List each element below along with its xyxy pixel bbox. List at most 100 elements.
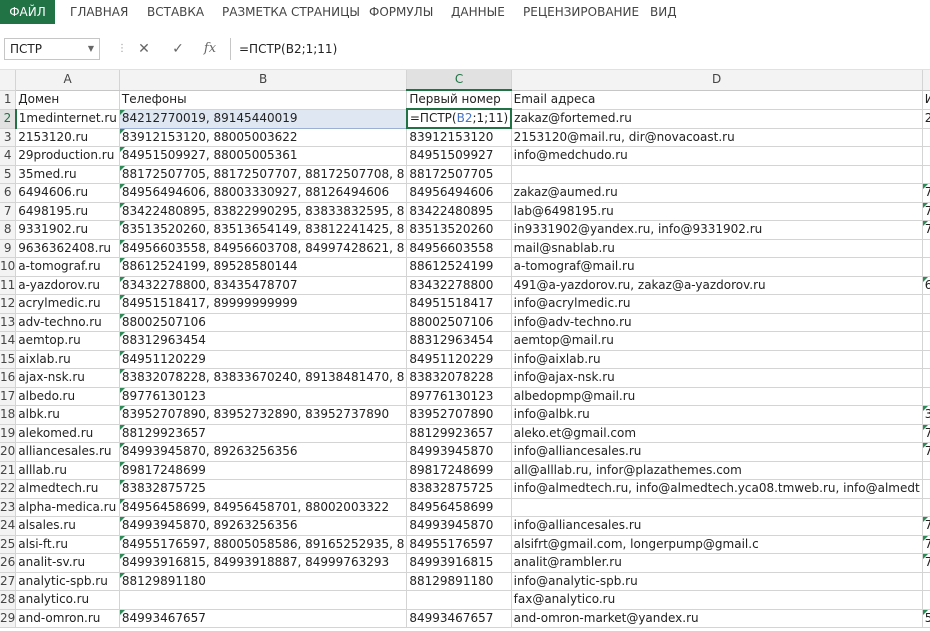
cell-d[interactable]: aleko.et@gmail.com [511,424,923,443]
cell-c[interactable]: 88129923657 [406,424,512,443]
cell-c[interactable]: 88129891180 [406,572,512,591]
cell-a[interactable]: Домен [15,90,120,110]
cell-a[interactable]: aixlab.ru [15,350,120,369]
cell-e[interactable] [922,479,930,499]
cell-b[interactable]: 84212770019, 89145440019 [118,108,408,129]
cell-b[interactable]: 84956603558, 84956603708, 84997428621, 8 [119,239,408,258]
cell-a[interactable]: alpha-medica.ru [15,498,120,517]
cell-e[interactable] [922,313,930,332]
tab-insert[interactable]: ВСТАВКА [147,0,204,24]
cell-e[interactable]: 7704836669 [922,535,930,554]
cell-e[interactable] [922,350,930,369]
cell-b[interactable]: 89817248699 [119,461,408,480]
cell-a[interactable]: 6498195.ru [15,202,120,221]
cell-d[interactable]: Email адреса [511,90,923,110]
cell-a[interactable]: alliancesales.ru [15,442,120,462]
cell-e[interactable]: 7838510806 [922,183,930,203]
cell-b[interactable]: 83422480895, 83822990295, 83833832595, 8 [119,202,408,221]
column-header[interactable]: E [922,70,930,91]
tab-home[interactable]: ГЛАВНАЯ [70,0,128,24]
cell-d[interactable]: info@alliancesales.ru [511,516,923,536]
cell-c[interactable]: 83432278800 [406,276,512,295]
cell-d[interactable]: 491@a-yazdorov.ru, zakaz@a-yazdorov.ru [511,276,923,295]
cell-c[interactable] [406,590,512,610]
cell-a[interactable]: aemtop.ru [15,331,120,351]
formula-bar-grip-icon[interactable]: ⋮ [117,41,127,57]
cell-d[interactable]: a-tomograf@mail.ru [511,257,923,277]
cell-d[interactable]: and-omron-market@yandex.ru [511,609,923,628]
cell-c[interactable]: 83422480895 [406,202,512,221]
cell-a[interactable]: alekomed.ru [15,424,120,443]
cell-c[interactable]: 83832875725 [406,479,512,499]
cell-b[interactable]: 88002507106 [119,313,408,332]
cell-b[interactable]: 83952707890, 83952732890, 83952737890 [119,405,408,425]
tab-page-layout[interactable]: РАЗМЕТКА СТРАНИЦЫ [222,0,360,24]
cell-a[interactable]: 6494606.ru [15,183,120,203]
tab-view[interactable]: ВИД [650,0,677,24]
cell-e[interactable] [922,498,930,517]
cell-b[interactable]: 84993916815, 84993918887, 84999763293 [119,553,408,573]
cell-c[interactable]: 84955176597 [406,535,512,554]
row-header[interactable]: 17 [0,387,17,406]
cell-b[interactable]: Телефоны [119,90,408,110]
cell-b[interactable]: 84993467657 [119,609,408,628]
cell-e[interactable] [922,590,930,610]
row-header[interactable]: 20 [0,442,17,462]
cell-b[interactable] [119,590,408,610]
cell-d[interactable]: info@ajax-nsk.ru [511,368,923,388]
row-header[interactable]: 2 [0,109,17,129]
column-header[interactable]: B [119,70,408,91]
cell-c[interactable]: =ПСТР(B2;1;11) [405,108,513,129]
cell-c[interactable]: 84993945870 [406,516,512,536]
row-header[interactable]: 7 [0,202,17,221]
chevron-down-icon[interactable]: ▼ [88,39,94,59]
cell-c[interactable]: 84956603558 [406,239,512,258]
cell-e[interactable]: 666103015124 [922,276,930,295]
cell-b[interactable]: 84951509927, 88005005361 [119,146,408,166]
cell-d[interactable]: aemtop@mail.ru [511,331,923,351]
cell-a[interactable]: 2153120.ru [15,128,120,147]
select-all-corner[interactable] [0,70,17,91]
cell-a[interactable]: analit-sv.ru [15,553,120,573]
cell-b[interactable]: 89776130123 [119,387,408,406]
cell-e[interactable] [922,387,930,406]
cell-a[interactable]: 9331902.ru [15,220,120,240]
cell-e[interactable]: ИНН [922,90,930,110]
cell-c[interactable]: 89776130123 [406,387,512,406]
cell-c[interactable]: 89817248699 [406,461,512,480]
row-header[interactable]: 27 [0,572,17,591]
cell-d[interactable]: info@medchudo.ru [511,146,923,166]
tab-review[interactable]: РЕЦЕНЗИРОВАНИЕ [523,0,639,24]
cell-b[interactable]: 88172507705, 88172507707, 88172507708, 8 [119,165,408,184]
cell-c[interactable]: 84993945870 [406,442,512,462]
tab-file[interactable]: ФАЙЛ [0,0,55,24]
cell-d[interactable]: info@almedtech.ru, info@almedtech.yca08.… [511,479,923,499]
cell-e[interactable] [922,572,930,591]
row-header[interactable]: 21 [0,461,17,480]
row-header[interactable]: 18 [0,405,17,425]
tab-data[interactable]: ДАННЫЕ [451,0,505,24]
row-header[interactable]: 13 [0,313,17,332]
formula-input[interactable]: =ПСТР(B2;1;11) [230,38,930,60]
cell-d[interactable]: in9331902@yandex.ru, info@9331902.ru [511,220,923,240]
cell-d[interactable]: info@adv-techno.ru [511,313,923,332]
row-header[interactable]: 9 [0,239,17,258]
cell-d[interactable]: mail@snablab.ru [511,239,923,258]
cell-d[interactable] [511,165,923,184]
cell-e[interactable]: 7722460881 [922,202,930,221]
cell-a[interactable]: alllab.ru [15,461,120,480]
cell-e[interactable]: 7720352908 [922,516,930,536]
check-icon[interactable]: ✓ [166,38,190,60]
cell-b[interactable]: 88129891180 [119,572,408,591]
cell-e[interactable] [922,165,930,184]
cell-b[interactable]: 83432278800, 83435478707 [119,276,408,295]
cell-e[interactable] [922,294,930,314]
cell-b[interactable]: 84993945870, 89263256356 [119,442,408,462]
cell-d[interactable]: zakaz@fortemed.ru [511,109,923,129]
cell-e[interactable]: 7804554795 [922,424,930,443]
cell-b[interactable]: 84951518417, 89999999999 [119,294,408,314]
row-header[interactable]: 3 [0,128,17,147]
row-header[interactable]: 15 [0,350,17,369]
cell-b[interactable]: 83832875725 [119,479,408,499]
cell-a[interactable]: alsales.ru [15,516,120,536]
